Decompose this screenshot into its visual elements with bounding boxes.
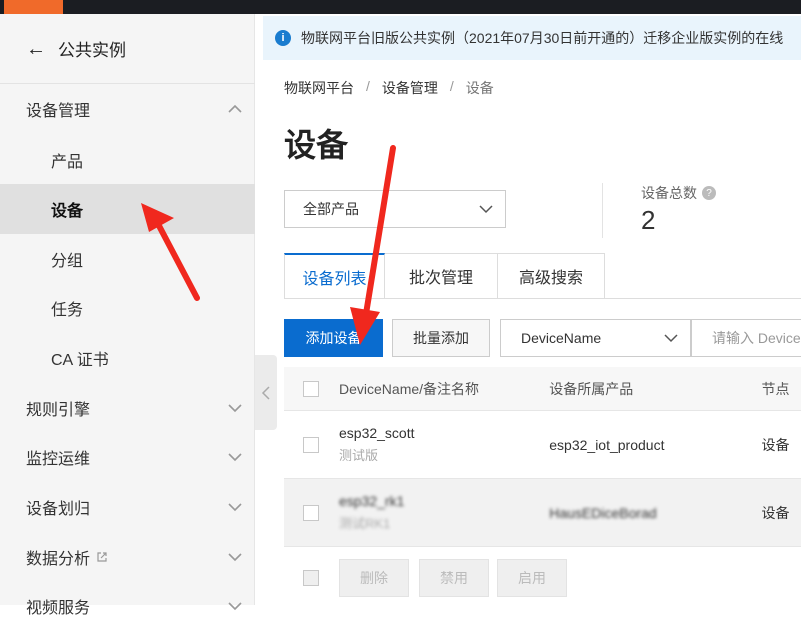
notice-text: 物联网平台旧版公共实例（2021年07月30日前开通的）迁移企业版实例的在线 (301, 30, 784, 46)
device-total-label-text: 设备总数 (641, 185, 697, 201)
device-name-cell: esp32_rk1 测试RK1 (319, 493, 549, 532)
tab-bar: 设备列表 批次管理 高级搜索 (284, 253, 605, 299)
chevron-left-icon (261, 385, 270, 400)
arrow-left-icon: ← (26, 37, 46, 60)
batch-actions-bar: 删除 禁用 启用 (284, 558, 575, 598)
migration-notice-banner: i 物联网平台旧版公共实例（2021年07月30日前开通的）迁移企业版实例的在线 (263, 16, 801, 60)
breadcrumb-separator: / (449, 78, 454, 94)
sidebar-item-video-service[interactable]: 视频服务 (0, 581, 255, 631)
sidebar-item-tasks[interactable]: 任务 (0, 283, 255, 333)
chevron-down-icon (228, 503, 242, 512)
sidebar-item-device-assignment[interactable]: 设备划归 (0, 482, 255, 532)
batch-add-button[interactable]: 批量添加 (392, 319, 490, 357)
annotation-arrow-add-device (350, 145, 396, 345)
table-row[interactable]: esp32_scott 测试版 esp32_iot_product 设备 (284, 411, 801, 479)
chevron-up-icon (228, 104, 242, 113)
external-link-icon (97, 552, 107, 562)
breadcrumb-item-iot-platform[interactable]: 物联网平台 (284, 78, 354, 98)
device-total-label: 设备总数 ? (641, 183, 716, 203)
sidebar-collapse-toggle[interactable] (255, 355, 277, 430)
breadcrumb-item-device-management[interactable]: 设备管理 (382, 78, 438, 98)
tab-batch-management[interactable]: 批次管理 (385, 253, 498, 299)
device-note: 测试版 (339, 448, 379, 463)
search-field-select-value: DeviceName (521, 330, 602, 346)
page-title: 设备 (284, 127, 349, 163)
brand-logo[interactable] (4, 0, 63, 14)
table-header: DeviceName/备注名称 设备所属产品 节点 (284, 367, 801, 411)
info-icon: i (275, 30, 291, 46)
back-to-instance-link[interactable]: ← 公共实例 (0, 14, 255, 84)
search-field-select[interactable]: DeviceName (500, 319, 691, 357)
device-total-value: 2 (641, 205, 656, 235)
add-device-button[interactable]: 添加设备 (284, 319, 383, 357)
sidebar-item-products[interactable]: 产品 (0, 135, 255, 185)
product-select-value: 全部产品 (303, 201, 359, 217)
disable-button[interactable]: 禁用 (419, 559, 489, 597)
device-node-cell: 设备 (761, 504, 790, 521)
device-product-cell[interactable]: esp32_iot_product (549, 437, 761, 453)
help-icon[interactable]: ? (702, 186, 716, 200)
breadcrumb-separator: / (366, 78, 370, 94)
tabs-baseline (284, 298, 801, 299)
product-select[interactable]: 全部产品 (284, 190, 506, 228)
sidebar-item-label: 设备管理 (26, 103, 91, 120)
sidebar-item-monitoring[interactable]: 监控运维 (0, 432, 255, 482)
sidebar-item-label: 监控运维 (26, 451, 91, 468)
select-all-footer-checkbox[interactable] (303, 570, 319, 586)
sidebar-item-data-analysis[interactable]: 数据分析 (0, 532, 255, 582)
device-note: 测试RK1 (339, 516, 391, 531)
table-row[interactable]: esp32_rk1 测试RK1 HausEDiceBorad 设备 (284, 479, 801, 547)
chevron-down-icon (664, 334, 678, 343)
column-header-product[interactable]: 设备所属产品 (549, 379, 761, 399)
back-label: 公共实例 (58, 41, 126, 60)
stats-divider (602, 183, 603, 238)
breadcrumb: 物联网平台 / 设备管理 / 设备 (284, 78, 494, 98)
delete-button[interactable]: 删除 (339, 559, 409, 597)
device-name-cell: esp32_scott 测试版 (319, 425, 549, 464)
device-name-link[interactable]: esp32_rk1 (339, 493, 549, 509)
column-header-devicename[interactable]: DeviceName/备注名称 (319, 379, 549, 399)
chevron-down-icon (479, 205, 493, 214)
search-placeholder: 请输入 DeviceName (712, 330, 801, 346)
chevron-down-icon (228, 453, 242, 462)
select-all-checkbox[interactable] (303, 380, 319, 397)
column-header-node[interactable]: 节点 (762, 379, 801, 399)
sidebar-item-label: 规则引擎 (26, 402, 91, 419)
device-product-cell[interactable]: HausEDiceBorad (549, 505, 761, 521)
sidebar-item-label: 数据分析 (26, 551, 91, 568)
sidebar-item-rule-engine[interactable]: 规则引擎 (0, 383, 255, 433)
device-search-input[interactable]: 请输入 DeviceName (691, 319, 801, 357)
top-navbar (0, 0, 801, 14)
sidebar-item-label: CA 证书 (51, 352, 109, 369)
chevron-down-icon (228, 553, 242, 562)
tab-device-list[interactable]: 设备列表 (284, 253, 385, 299)
sidebar-item-label: 分组 (51, 253, 84, 270)
sidebar-item-devices[interactable]: 设备 (0, 184, 255, 234)
sidebar-item-label: 视频服务 (26, 600, 91, 617)
sidebar-item-ca-certificates[interactable]: CA 证书 (0, 333, 255, 383)
row-checkbox[interactable] (303, 436, 319, 453)
tab-advanced-search[interactable]: 高级搜索 (498, 253, 605, 299)
sidebar-item-label: 产品 (51, 154, 84, 171)
sidebar-item-groups[interactable]: 分组 (0, 234, 255, 284)
breadcrumb-item-devices: 设备 (465, 80, 494, 96)
sidebar-item-label: 设备划归 (26, 501, 91, 518)
sidebar-item-label: 任务 (51, 302, 84, 319)
device-node-cell: 设备 (761, 436, 790, 453)
sidebar: ← 公共实例 设备管理 产品 设备 分组 任务 CA 证书 规则引擎 监控运维 … (0, 14, 255, 617)
device-name-link[interactable]: esp32_scott (339, 425, 549, 441)
chevron-down-icon (228, 602, 242, 611)
chevron-down-icon (228, 404, 242, 413)
sidebar-item-label: 设备 (51, 203, 84, 220)
device-table: DeviceName/备注名称 设备所属产品 节点 esp32_scott 测试… (284, 367, 801, 547)
enable-button[interactable]: 启用 (497, 559, 567, 597)
row-checkbox[interactable] (303, 504, 319, 521)
sidebar-item-device-management[interactable]: 设备管理 (0, 84, 255, 134)
